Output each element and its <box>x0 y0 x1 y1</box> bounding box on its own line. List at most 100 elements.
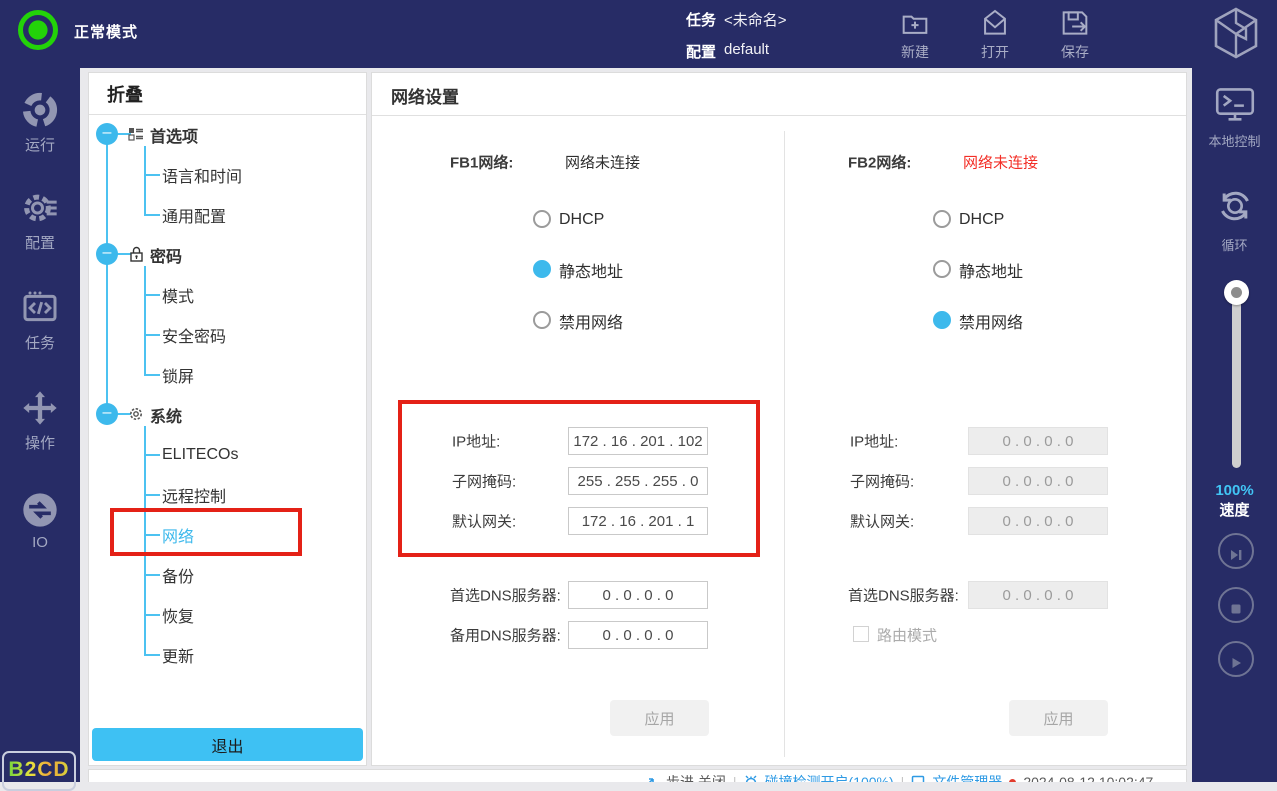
fb2-dns1-label: 首选DNS服务器: <box>848 585 959 606</box>
fb1-gateway-label: 默认网关: <box>452 511 516 532</box>
sidebar-item-operate[interactable]: 操作 <box>0 388 80 453</box>
tree-item-language-time[interactable]: 语言和时间 <box>162 163 242 187</box>
system-gear-icon <box>128 406 144 422</box>
fb1-radio-dhcp[interactable] <box>533 210 551 228</box>
sidebar-item-task-label: 任务 <box>0 332 80 353</box>
status-file-manager[interactable]: 文件管理器 <box>932 772 1002 782</box>
config-label: 配置 <box>686 41 716 62</box>
collapse-node-system[interactable]: – <box>96 403 118 425</box>
tree-item-elitecos[interactable]: ELITECOs <box>162 446 238 464</box>
fb1-radio-dhcp-label[interactable]: DHCP <box>559 211 604 229</box>
speed-slider-track[interactable] <box>1232 292 1241 468</box>
save-task-label: 保存 <box>1040 42 1110 62</box>
fb1-dns2-input[interactable] <box>568 621 708 649</box>
status-collision[interactable]: 碰撞检测开启(100%) <box>765 772 894 782</box>
fb1-dns2-label: 备用DNS服务器: <box>450 625 561 646</box>
sidebar-item-config[interactable]: 配置 <box>0 188 80 253</box>
tree-group-password[interactable]: 密码 <box>150 243 182 267</box>
top-bar: 正常模式 任务 <未命名> 配置 default 新建 打开 保存 <box>0 0 1277 68</box>
step-forward-button[interactable] <box>1218 533 1254 569</box>
step-icon <box>645 775 659 782</box>
route-mode-label: 路由模式 <box>877 625 937 646</box>
task-label: 任务 <box>686 9 716 30</box>
fb1-radio-disable-label[interactable]: 禁用网络 <box>559 309 623 333</box>
file-manager-icon <box>911 775 925 782</box>
right-sidebar: 本地控制 循环 100% 速度 <box>1192 68 1277 782</box>
tree-item-update[interactable]: 更新 <box>162 643 194 667</box>
code-window-icon <box>20 288 60 328</box>
fb1-ip-label: IP地址: <box>452 431 500 452</box>
fb2-gateway-input[interactable] <box>968 507 1108 535</box>
fb2-apply-button[interactable]: 应用 <box>1009 700 1108 736</box>
loop-button[interactable]: 循环 <box>1192 186 1277 254</box>
config-value: default <box>724 41 769 58</box>
brand-logo-icon <box>1210 5 1262 61</box>
fb2-mask-input[interactable] <box>968 467 1108 495</box>
tree-item-lock-screen[interactable]: 锁屏 <box>162 363 194 387</box>
status-step[interactable]: 步进 关闭 <box>666 772 726 782</box>
speed-percent: 100% <box>1192 482 1277 499</box>
exit-button[interactable]: 退出 <box>92 728 363 761</box>
fb1-mask-label: 子网掩码: <box>452 471 516 492</box>
loop-icon <box>1215 186 1255 226</box>
tree-item-backup[interactable]: 备份 <box>162 563 194 587</box>
sidebar-item-io[interactable]: IO <box>0 490 80 551</box>
fb2-radio-static-label[interactable]: 静态地址 <box>959 258 1023 282</box>
fb2-dns1-input[interactable] <box>968 581 1108 609</box>
tree-header: 折叠 <box>107 81 143 107</box>
fb2-ip-input[interactable] <box>968 427 1108 455</box>
fb2-network-label: FB2网络: <box>848 152 911 173</box>
fb2-mask-label: 子网掩码: <box>850 471 914 492</box>
new-task-button[interactable]: 新建 <box>880 6 950 62</box>
open-task-button[interactable]: 打开 <box>960 6 1030 62</box>
fb1-radio-static-label[interactable]: 静态地址 <box>559 258 623 282</box>
fb2-network-status: 网络未连接 <box>963 152 1038 173</box>
fb1-mask-input[interactable] <box>568 467 708 495</box>
status-alert-dot-icon <box>1009 779 1016 783</box>
tree-item-remote-control[interactable]: 远程控制 <box>162 483 226 507</box>
stop-button[interactable] <box>1218 587 1254 623</box>
fb2-radio-dhcp-label[interactable]: DHCP <box>959 211 1004 229</box>
tree-group-system[interactable]: 系统 <box>150 403 182 427</box>
fb1-radio-disable[interactable] <box>533 311 551 329</box>
fb1-dns1-label: 首选DNS服务器: <box>450 585 561 606</box>
column-divider <box>784 131 785 757</box>
fb1-apply-button[interactable]: 应用 <box>610 700 709 736</box>
task-value: <未命名> <box>724 9 787 30</box>
sidebar-item-task[interactable]: 任务 <box>0 288 80 353</box>
save-task-button[interactable]: 保存 <box>1040 6 1110 62</box>
fb1-gateway-input[interactable] <box>568 507 708 535</box>
fb1-ip-input[interactable] <box>568 427 708 455</box>
lock-icon <box>129 246 144 262</box>
tree-item-safety-password[interactable]: 安全密码 <box>162 323 226 347</box>
fb1-network-label: FB1网络: <box>450 152 513 173</box>
move-arrows-icon <box>20 388 60 428</box>
fb2-radio-disable-label[interactable]: 禁用网络 <box>959 309 1023 333</box>
fb2-radio-disable[interactable] <box>933 311 951 329</box>
local-control-button[interactable]: 本地控制 <box>1192 86 1277 150</box>
route-mode-checkbox[interactable] <box>853 626 869 642</box>
collapse-node-preferences[interactable]: – <box>96 123 118 145</box>
sidebar-item-operate-label: 操作 <box>0 432 80 453</box>
tree-item-network[interactable]: 网络 <box>162 523 194 547</box>
play-icon <box>1227 654 1245 672</box>
sidebar-item-run[interactable]: 运行 <box>0 90 80 155</box>
open-task-label: 打开 <box>960 42 1030 62</box>
collapse-node-password[interactable]: – <box>96 243 118 265</box>
new-folder-icon <box>898 6 932 40</box>
speed-label: 速度 <box>1192 499 1277 520</box>
fb2-radio-dhcp[interactable] <box>933 210 951 228</box>
left-sidebar: 运行 配置 任务 操作 IO <box>0 68 80 782</box>
speed-slider-knob[interactable] <box>1224 280 1249 305</box>
fb1-dns1-input[interactable] <box>568 581 708 609</box>
fb1-radio-static[interactable] <box>533 260 551 278</box>
tree-group-preferences[interactable]: 首选项 <box>150 123 198 147</box>
tree-item-mode[interactable]: 模式 <box>162 283 194 307</box>
fb1-network-status: 网络未连接 <box>565 152 640 173</box>
play-button[interactable] <box>1218 641 1254 677</box>
fb2-radio-static[interactable] <box>933 260 951 278</box>
skip-forward-icon <box>1227 546 1245 564</box>
tree-item-recovery[interactable]: 恢复 <box>162 603 194 627</box>
sidebar-item-io-label: IO <box>0 534 80 551</box>
tree-item-general-config[interactable]: 通用配置 <box>162 203 226 227</box>
